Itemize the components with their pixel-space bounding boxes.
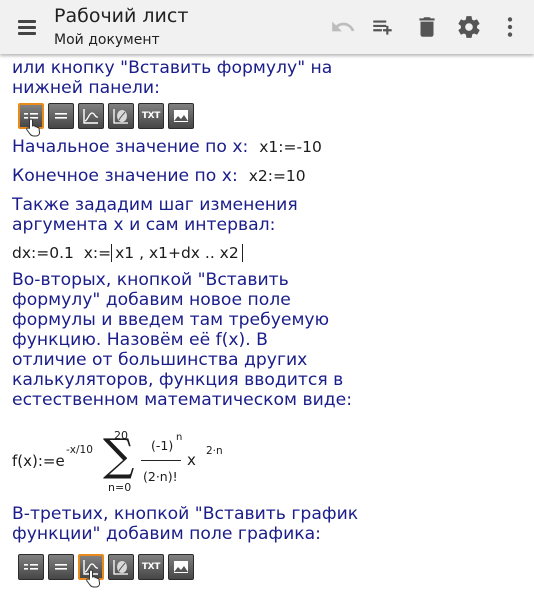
settings-icon[interactable] [456,14,482,40]
end-value-line: Конечное значение по x: x2:=10 [12,166,527,186]
formula-equals-icon[interactable] [48,554,74,580]
bottom-toolbar-illustration-2: TXT [18,554,527,588]
end-value-label: Конечное значение по x: [12,166,238,186]
desc-line-5: отличие от большинства других [12,350,308,370]
text-icon-label: TXT [141,562,161,572]
hand-pointer-icon [86,569,101,588]
plot-intro-line-1: В-третьих, кнопкой "Вставить график [12,504,359,524]
document-subtitle: Мой документ [54,32,160,48]
formula-assign-icon[interactable] [18,554,44,580]
intro-line-2: нижней панели: [12,78,160,98]
desc-line-1: Во-вторых, кнопкой "Вставить [12,270,289,290]
interval-formula-range: x1 , x1+dx .. x2 [111,244,243,262]
formula-x: x [187,451,196,469]
surface-plot-icon[interactable] [108,554,134,580]
interval-formula-lhs: x:= [83,244,112,262]
text-icon[interactable]: TXT [138,554,164,580]
image-icon[interactable] [168,103,194,129]
overflow-menu-icon[interactable] [497,14,523,40]
desc-line-7: естественном математическом виде: [12,390,353,410]
start-value-line: Начальное значение по x: x1:=-10 [12,137,527,157]
add-playlist-icon[interactable] [370,14,396,40]
plot-intro-line-2: функции" добавим поле графика: [12,524,321,544]
step-intro-line-1: Также зададим шаг изменения [12,195,298,215]
start-value-label: Начальное значение по x: [12,137,249,157]
desc-line-6: калькуляторов, функция вводится в [12,370,344,390]
step-formula: dx:=0.1 [12,244,74,262]
app-bar: Рабочий лист Мой документ [0,0,534,54]
formula-lhs: f(x):=e [12,452,65,470]
fraction-bar [141,460,181,462]
numerator-exponent: n [176,432,183,443]
undo-icon[interactable] [330,14,356,40]
desc-line-2: формулу" добавим новое поле [12,290,291,310]
desc-line-4: функцию. Назовём её f(x). В [12,330,268,350]
app-title: Рабочий лист [54,5,189,27]
hand-pointer-icon [26,118,41,137]
end-formula[interactable]: x2:=10 [249,167,306,185]
image-icon[interactable] [168,554,194,580]
start-formula[interactable]: x1:=-10 [259,138,322,156]
title-block: Рабочий лист Мой документ [54,4,188,50]
text-icon-label: TXT [141,111,161,121]
function-description: Во-вторых, кнопкой "Вставить формулу" до… [12,270,527,410]
fraction-numerator: (-1) [151,438,174,453]
fraction-denominator: (2·n)! [143,469,178,484]
formula-exp: -x/10 [66,444,93,456]
step-formula-line[interactable]: dx:=0.1 x:= x1 , x1+dx .. x2 [12,242,527,264]
bottom-toolbar-illustration: TXT [18,103,527,137]
worksheet-content: или кнопку "Вставить формулу" на нижней … [12,58,527,588]
formula-equals-icon[interactable] [48,103,74,129]
function-formula[interactable]: f(x):=e -x/10 20 ∑ n=0 (-1) n (2·n)! x 2… [12,416,527,494]
text-icon[interactable]: TXT [138,103,164,129]
sum-symbol: ∑ [103,430,135,481]
menu-icon[interactable] [15,15,39,39]
intro-line-1: или кнопку "Вставить формулу" на [12,58,333,78]
surface-plot-icon[interactable] [108,103,134,129]
trash-icon[interactable] [414,14,440,40]
plot-icon[interactable] [78,103,104,129]
desc-line-3: формулы и введем там требуемую [12,310,330,330]
step-intro-line-2: аргумента x и сам интервал: [12,215,276,235]
x-exponent: 2·n [206,445,223,457]
sum-lower-limit: n=0 [108,481,132,494]
